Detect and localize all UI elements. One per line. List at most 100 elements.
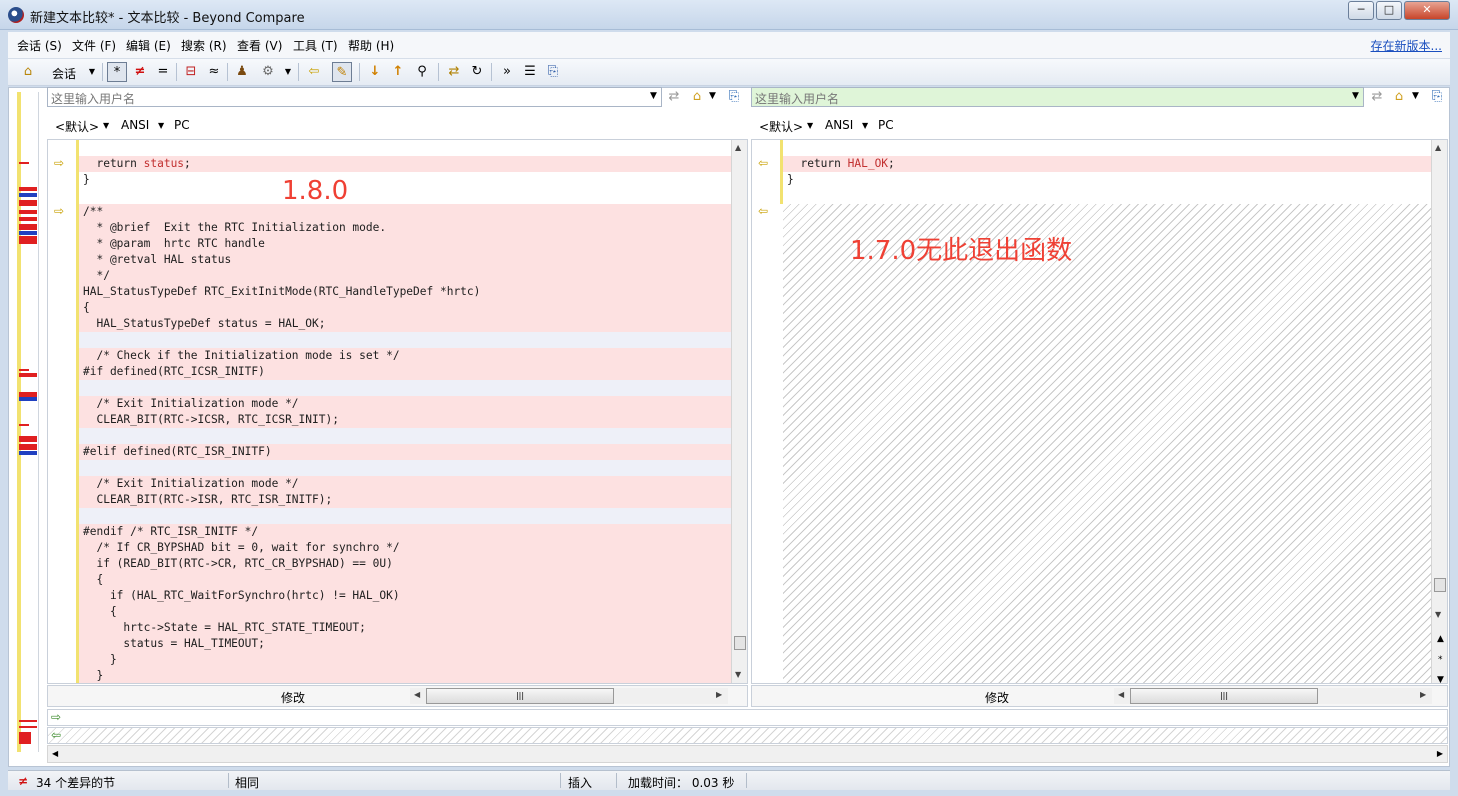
- right-path-dropdown-icon[interactable]: ▼: [1352, 91, 1359, 101]
- menu-view[interactable]: 查看 (V): [237, 37, 282, 54]
- show-diffs-button[interactable]: ≠: [130, 62, 150, 82]
- code-line[interactable]: /* Check if the Initialization mode is s…: [79, 348, 731, 364]
- code-line[interactable]: [79, 380, 731, 396]
- scroll-right-icon[interactable]: ▶: [716, 690, 722, 699]
- code-line[interactable]: return HAL_OK;: [783, 156, 1431, 172]
- right-folder-dropdown-icon[interactable]: ▼: [1412, 91, 1419, 101]
- left-save-icon[interactable]: ⎘: [725, 89, 743, 107]
- right-history-icon[interactable]: ⇄: [1368, 89, 1386, 107]
- minimize-button[interactable]: ─: [1348, 1, 1374, 20]
- code-line[interactable]: HAL_StatusTypeDef status = HAL_OK;: [79, 316, 731, 332]
- right-line-ending[interactable]: PC: [878, 118, 894, 132]
- scroll-thumb[interactable]: |||: [426, 688, 614, 704]
- left-history-icon[interactable]: ⇄: [665, 89, 683, 107]
- code-line[interactable]: HAL_StatusTypeDef RTC_ExitInitMode(RTC_H…: [79, 284, 731, 300]
- code-line[interactable]: [79, 508, 731, 524]
- left-folder-dropdown-icon[interactable]: ▼: [709, 91, 716, 101]
- code-line[interactable]: [79, 460, 731, 476]
- rules-icon[interactable]: ♟: [232, 62, 252, 82]
- code-line[interactable]: * @brief Exit the RTC Initialization mod…: [79, 220, 731, 236]
- menu-file[interactable]: 文件 (F): [72, 37, 116, 54]
- menu-edit[interactable]: 编辑 (E): [126, 37, 171, 54]
- code-line[interactable]: /* If CR_BYPSHAD bit = 0, wait for synch…: [79, 540, 731, 556]
- left-encoding-dropdown-icon[interactable]: ▼: [158, 121, 164, 130]
- left-encoding-select[interactable]: ANSI: [121, 118, 149, 132]
- right-path-input[interactable]: 这里输入用户名: [751, 87, 1364, 107]
- menu-help[interactable]: 帮助 (H): [348, 37, 394, 54]
- scroll-left-icon[interactable]: ◀: [52, 749, 58, 758]
- left-code[interactable]: return status;} /** * @brief Exit the RTC…: [79, 140, 731, 683]
- scroll-left-icon[interactable]: ◀: [414, 690, 420, 699]
- code-line[interactable]: #elif defined(RTC_ISR_INITF): [79, 444, 731, 460]
- code-line[interactable]: /**: [79, 204, 731, 220]
- scroll-thumb[interactable]: [1434, 578, 1446, 592]
- right-gutter-arrow-icon[interactable]: ⇦: [758, 156, 768, 170]
- code-line[interactable]: * @param hrtc RTC handle: [79, 236, 731, 252]
- code-line[interactable]: hrtc->State = HAL_RTC_STATE_TIMEOUT;: [79, 620, 731, 636]
- right-open-folder-icon[interactable]: ⌂: [1390, 89, 1408, 107]
- code-line[interactable]: [79, 428, 731, 444]
- right-save-icon[interactable]: ⎘: [1428, 89, 1446, 107]
- code-line[interactable]: if (READ_BIT(RTC->CR, RTC_CR_BYPSHAD) ==…: [79, 556, 731, 572]
- bottom-horizontal-scrollbar[interactable]: ◀ ▶: [47, 745, 1448, 763]
- session-dropdown-icon[interactable]: ▼: [82, 62, 102, 82]
- scroll-down-icon[interactable]: ▼: [1435, 610, 1441, 619]
- scroll-right-icon[interactable]: ▶: [1437, 749, 1443, 758]
- left-format-dropdown-icon[interactable]: ▼: [103, 121, 109, 130]
- left-gutter-arrow-icon[interactable]: ⇨: [54, 156, 64, 170]
- menu-session[interactable]: 会话 (S): [17, 37, 62, 54]
- left-gutter-arrow-icon[interactable]: ⇨: [54, 204, 64, 218]
- code-line[interactable]: CLEAR_BIT(RTC->ICSR, RTC_ICSR_INIT);: [79, 412, 731, 428]
- session-button[interactable]: 会话: [52, 65, 76, 82]
- code-line[interactable]: #if defined(RTC_ICSR_INITF): [79, 364, 731, 380]
- minor-icon[interactable]: ≈: [204, 62, 224, 82]
- code-line[interactable]: * @retval HAL status: [79, 252, 731, 268]
- home-icon[interactable]: ⌂: [18, 62, 38, 82]
- code-line[interactable]: if (HAL_RTC_WaitForSynchro(hrtc) != HAL_…: [79, 588, 731, 604]
- thumbnail-overview[interactable]: [9, 92, 39, 752]
- scroll-top-icon[interactable]: ▲: [1437, 634, 1444, 644]
- export-icon[interactable]: ⎘: [543, 62, 563, 82]
- copy-to-left-icon[interactable]: ⇦: [304, 62, 324, 82]
- show-same-button[interactable]: =: [153, 62, 173, 82]
- code-line[interactable]: return status;: [79, 156, 731, 172]
- left-vertical-scrollbar[interactable]: ▲ ▼: [731, 140, 747, 683]
- right-text-pane[interactable]: ⇦ ⇦ return HAL_OK;} ▲ ▼ 1.7.0无此退出函数: [751, 139, 1448, 684]
- code-line[interactable]: {: [79, 572, 731, 588]
- code-line[interactable]: /* Exit Initialization mode */: [79, 476, 731, 492]
- scroll-up-icon[interactable]: ▲: [1435, 143, 1441, 152]
- scroll-center-icon[interactable]: *: [1438, 655, 1443, 665]
- left-line-ending[interactable]: PC: [174, 118, 190, 132]
- format-dropdown-icon[interactable]: ▼: [278, 62, 298, 82]
- right-gutter-arrow-icon[interactable]: ⇦: [758, 204, 768, 218]
- left-format-select[interactable]: <默认>: [55, 118, 99, 135]
- code-line[interactable]: [79, 140, 731, 156]
- format-icon[interactable]: ⚙: [258, 62, 278, 82]
- code-line[interactable]: {: [79, 604, 731, 620]
- code-line[interactable]: }: [79, 172, 731, 188]
- close-button[interactable]: ✕: [1404, 1, 1450, 20]
- merge-right-arrow-icon[interactable]: ⇨: [51, 710, 61, 724]
- left-path-input[interactable]: 这里输入用户名: [47, 87, 662, 107]
- right-format-dropdown-icon[interactable]: ▼: [807, 121, 813, 130]
- menu-search[interactable]: 搜索 (R): [181, 37, 227, 54]
- left-horizontal-scrollbar[interactable]: ◀ ||| ▶: [410, 688, 728, 704]
- code-line[interactable]: [783, 188, 1431, 204]
- swap-icon[interactable]: ⇄: [444, 62, 464, 82]
- code-line[interactable]: [79, 188, 731, 204]
- merge-output-line-left[interactable]: ⇨: [47, 709, 1448, 726]
- scroll-bottom-icon[interactable]: ▼: [1437, 675, 1444, 685]
- find-icon[interactable]: ⚲: [412, 62, 432, 82]
- scroll-right-icon[interactable]: ▶: [1420, 690, 1426, 699]
- context-icon[interactable]: ⊟: [181, 62, 201, 82]
- left-text-pane[interactable]: ⇨ ⇨ return status;} /** * @brief Exit the…: [47, 139, 748, 684]
- code-line[interactable]: {: [79, 300, 731, 316]
- right-vertical-scrollbar[interactable]: ▲ ▼: [1431, 140, 1447, 683]
- merge-output-line-right[interactable]: ⇦: [47, 727, 1448, 744]
- right-format-select[interactable]: <默认>: [759, 118, 803, 135]
- right-horizontal-scrollbar[interactable]: ◀ ||| ▶: [1114, 688, 1432, 704]
- left-path-dropdown-icon[interactable]: ▼: [650, 91, 657, 101]
- right-encoding-dropdown-icon[interactable]: ▼: [862, 121, 868, 130]
- code-line[interactable]: /* Exit Initialization mode */: [79, 396, 731, 412]
- menu-tools[interactable]: 工具 (T): [293, 37, 338, 54]
